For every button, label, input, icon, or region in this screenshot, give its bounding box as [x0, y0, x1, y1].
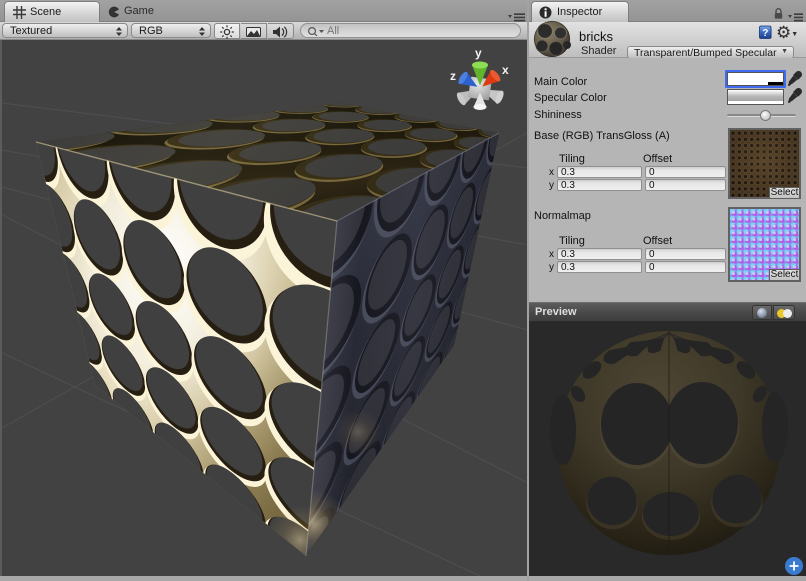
svg-text:z: z — [450, 69, 456, 83]
svg-text:x: x — [502, 63, 509, 77]
svg-text:?: ? — [762, 28, 768, 39]
svg-text:y: y — [475, 46, 482, 60]
